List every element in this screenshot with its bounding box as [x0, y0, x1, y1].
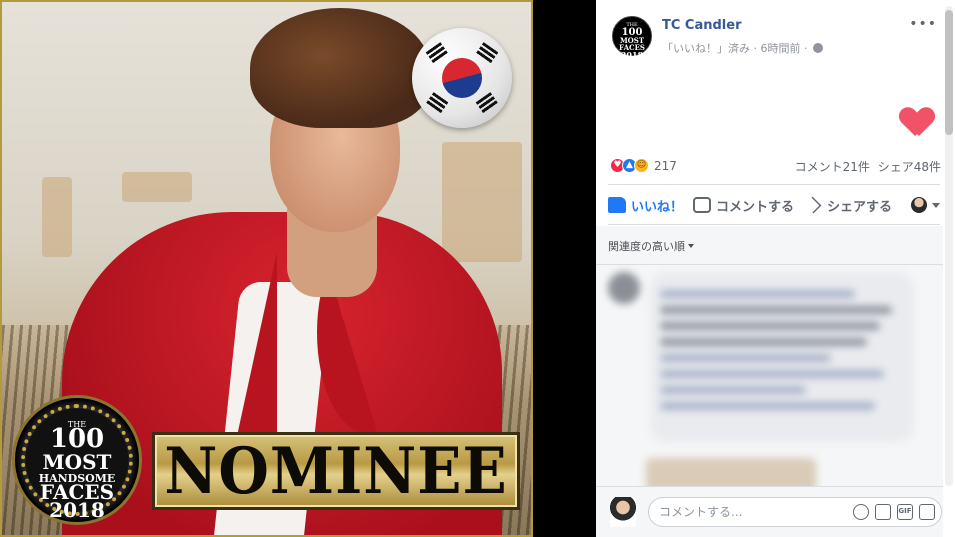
divider — [608, 184, 940, 185]
post-stats: コメント21件 シェア48件 — [795, 158, 941, 175]
divider — [608, 224, 940, 225]
comment-bubble — [650, 272, 914, 442]
camera-icon[interactable] — [875, 504, 891, 520]
trigram — [425, 92, 449, 114]
comment-sort-dropdown[interactable]: 関連度の高い順 — [608, 238, 694, 254]
trigram — [425, 42, 449, 64]
caret-down-icon — [932, 202, 940, 208]
profile-avatar — [911, 197, 927, 213]
post-meta-text: 「いいね！」済み · 6時間前 · — [662, 42, 808, 55]
page-name-link[interactable]: TC Candler — [662, 18, 742, 33]
background-wall — [42, 177, 72, 257]
blurred-comment — [600, 272, 920, 442]
gif-icon[interactable]: GIF — [897, 504, 913, 520]
thumbs-up-icon — [608, 197, 626, 213]
taegeuk-emblem — [442, 58, 482, 98]
comment-composer: コメントする... GIF — [596, 486, 943, 537]
more-options-icon[interactable]: ••• — [909, 16, 937, 32]
share-button-label: シェアする — [827, 199, 893, 215]
heart-icon — [901, 108, 933, 138]
like-button[interactable]: いいね！ — [608, 196, 683, 215]
badge-most: MOST — [42, 450, 112, 474]
composer-icons: GIF — [853, 504, 935, 520]
sort-label: 関連度の高い順 — [608, 240, 685, 253]
divider — [596, 264, 943, 265]
hair — [250, 8, 430, 128]
scrollbar-thumb[interactable] — [945, 10, 953, 135]
action-bar: いいね！ コメントする シェアする — [608, 190, 940, 220]
screen: THE 100 MOST HANDSOME FACES 2018 NOMINEE… — [0, 0, 955, 537]
emoji-icon[interactable] — [853, 504, 869, 520]
trigram — [475, 92, 499, 114]
comment-button[interactable]: コメントする — [693, 196, 794, 215]
background-wall — [442, 142, 522, 262]
nominee-label: NOMINEE — [164, 433, 508, 509]
caret-down-icon — [688, 244, 694, 248]
reaction-summary[interactable]: ♥ ▲ ☺ 217 — [610, 158, 677, 173]
background-wall — [122, 172, 192, 202]
south-korea-flag-icon — [412, 28, 512, 128]
haha-reaction-icon: ☺ — [634, 158, 649, 173]
post-meta: 「いいね！」済み · 6時間前 · — [662, 40, 823, 56]
post-sidebar: THE 100 MOST FACES 2018 TC Candler 「いいね！… — [596, 0, 955, 537]
badge-number: 100 — [49, 424, 105, 454]
share-button[interactable]: シェアする — [804, 196, 892, 215]
comment-button-label: コメントする — [716, 199, 795, 215]
user-avatar — [610, 497, 636, 527]
badge-year: 2018 — [49, 498, 105, 522]
sticker-icon[interactable] — [919, 504, 935, 520]
share-count-link[interactable]: シェア48件 — [878, 160, 941, 174]
globe-icon[interactable] — [812, 43, 823, 53]
profile-selector[interactable] — [911, 197, 940, 213]
commenter-avatar — [608, 272, 640, 304]
post-photo[interactable]: THE 100 MOST HANDSOME FACES 2018 NOMINEE — [0, 0, 533, 537]
share-arrow-icon — [804, 196, 822, 214]
top-100-faces-badge: THE 100 MOST HANDSOME FACES 2018 — [12, 395, 142, 525]
like-button-label: いいね！ — [631, 199, 684, 215]
nominee-banner: NOMINEE — [152, 432, 520, 510]
page-avatar[interactable]: THE 100 MOST FACES 2018 — [612, 16, 652, 60]
avatar-year: 2018 — [620, 50, 644, 60]
speech-bubble-icon — [693, 197, 712, 213]
comment-count-link[interactable]: コメント21件 — [795, 160, 870, 174]
reaction-count: 217 — [654, 158, 677, 173]
trigram — [475, 42, 499, 64]
